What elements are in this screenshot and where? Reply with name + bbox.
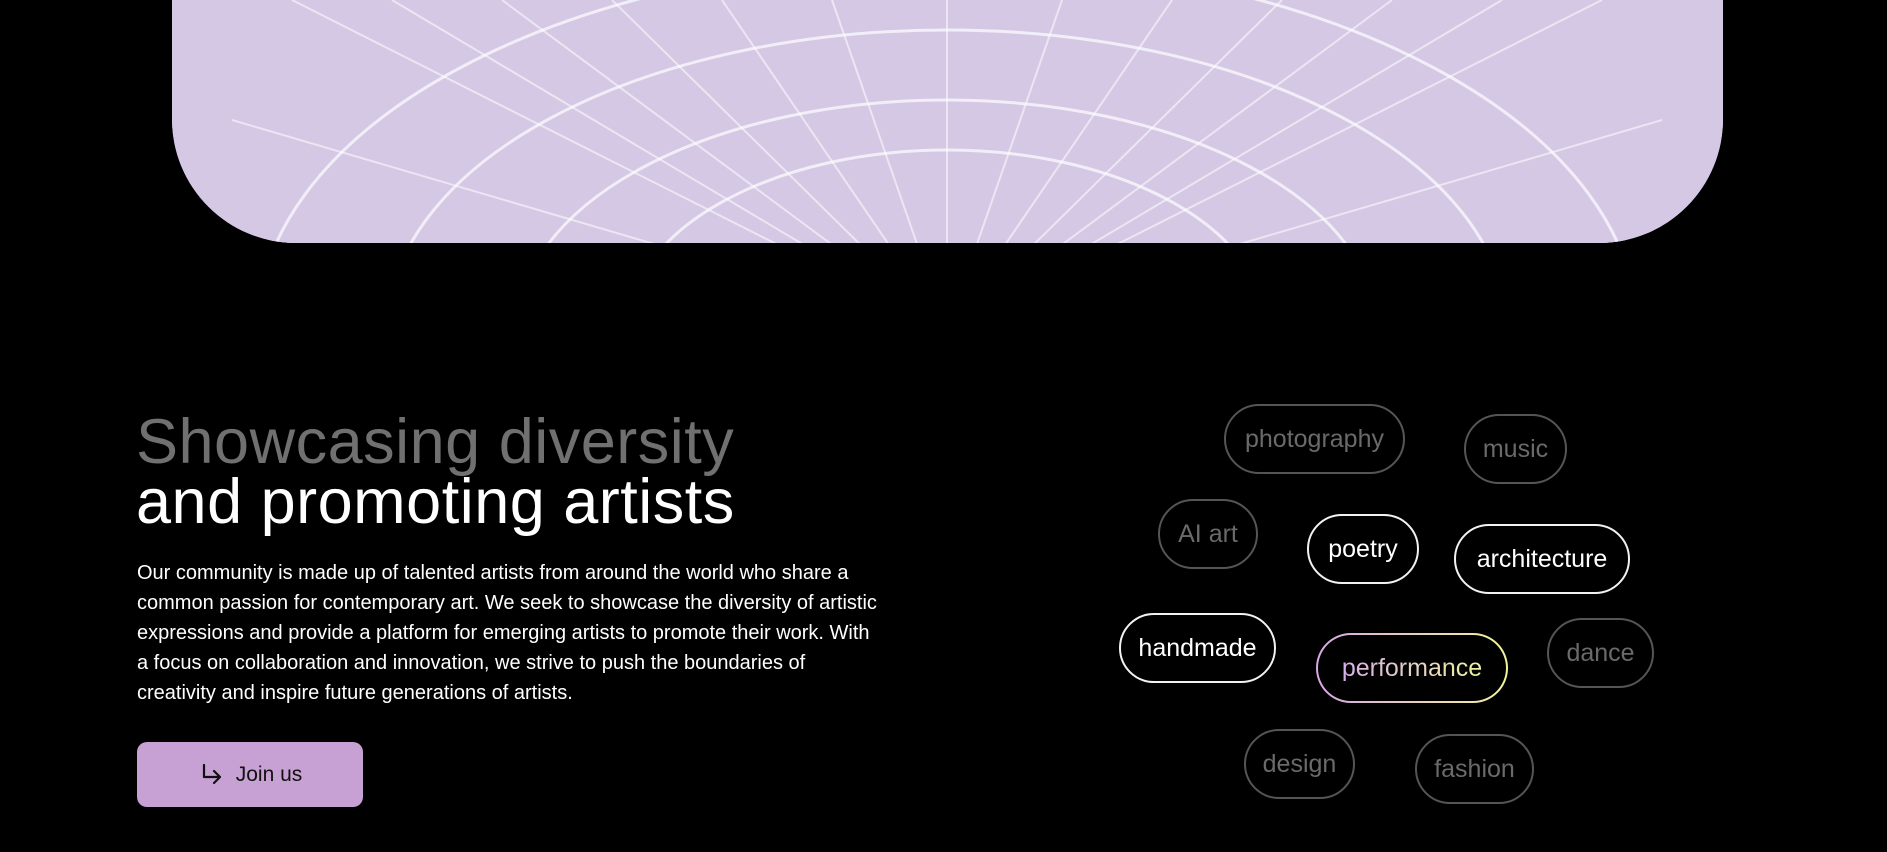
tag-fashion[interactable]: fashion [1415, 734, 1534, 804]
arrow-down-right-icon [198, 762, 224, 788]
tag-ai-art[interactable]: AI art [1158, 499, 1258, 569]
community-description: Our community is made up of talented art… [137, 562, 877, 704]
tag-dance[interactable]: dance [1547, 618, 1654, 688]
tag-handmade[interactable]: handmade [1119, 613, 1276, 683]
tag-music[interactable]: music [1464, 414, 1567, 484]
tag-architecture[interactable]: architecture [1454, 524, 1630, 594]
hero-artwork-image [172, 0, 1723, 243]
tag-photography[interactable]: photography [1224, 404, 1405, 474]
tag-design[interactable]: design [1244, 729, 1355, 799]
join-us-button[interactable]: Join us [137, 742, 363, 807]
heading-line-2: and promoting artists [136, 467, 735, 537]
heading-line-1: Showcasing diversity [136, 407, 735, 477]
tag-poetry[interactable]: poetry [1307, 514, 1419, 584]
section-heading: Showcasing diversity and promoting artis… [136, 407, 735, 537]
join-us-label: Join us [235, 762, 303, 786]
tag-performance[interactable]: performance [1316, 633, 1508, 703]
